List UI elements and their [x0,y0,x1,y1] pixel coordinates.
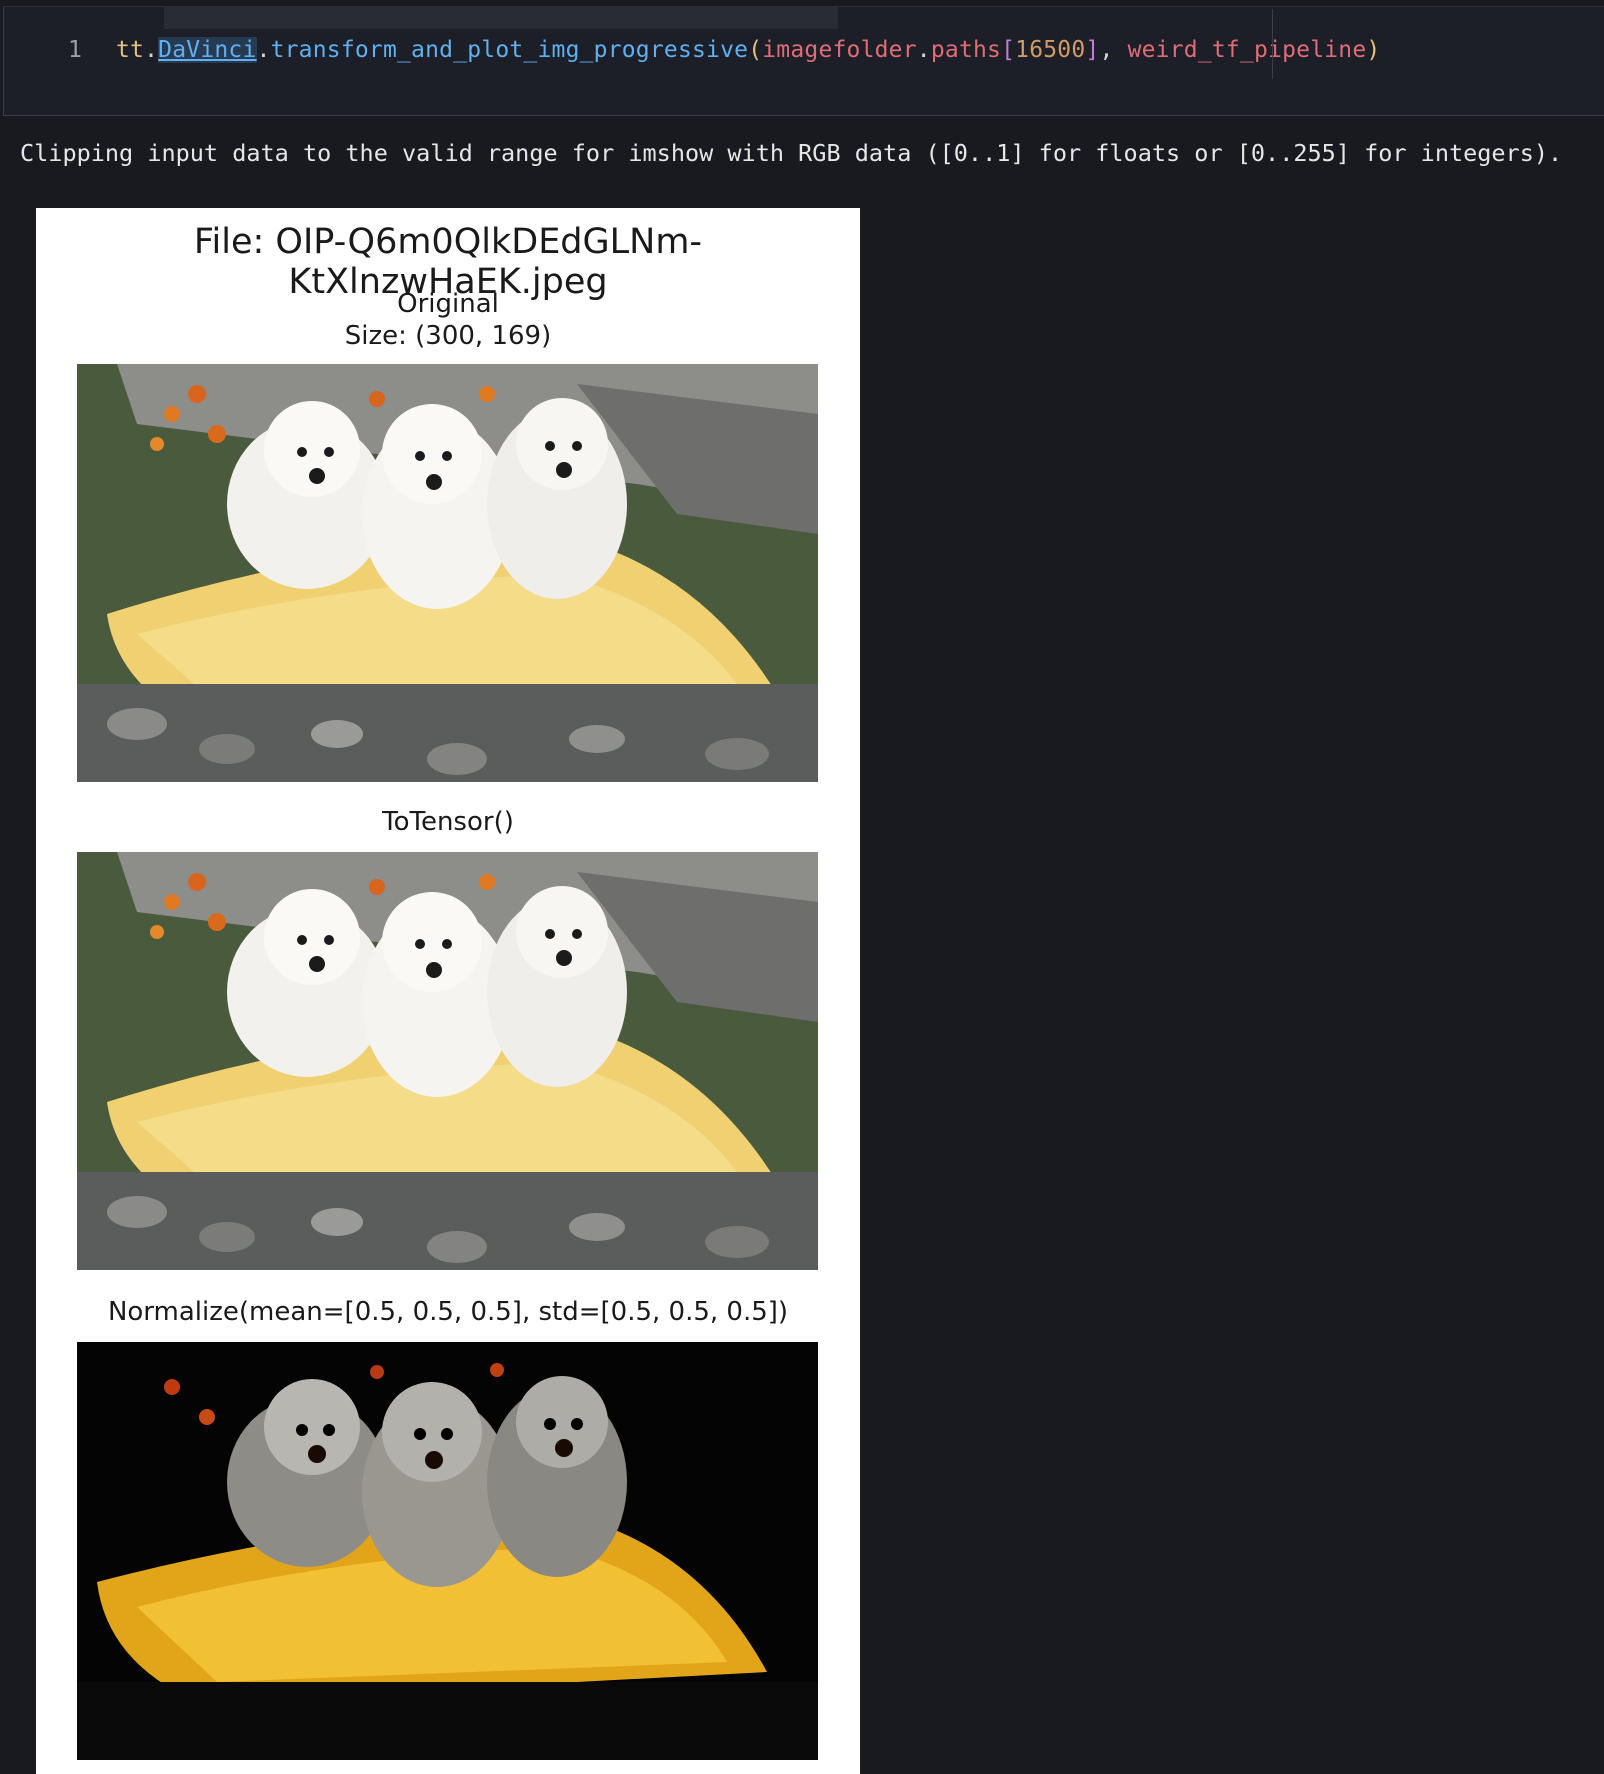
code-cell[interactable]: 1 tt.DaVinci.transform_and_plot_img_prog… [3,6,1604,116]
puppies-photo [77,364,818,782]
code-token: 16500 [1015,37,1086,63]
code-token: . [256,37,271,63]
code-token: . [916,37,931,63]
line-number: 1 [68,37,82,63]
panel-title-normalize: Normalize(mean=[0.5, 0.5, 0.5], std=[0.5… [107,1297,789,1327]
code-token: ] [1085,37,1100,63]
code-token-highlighted: DaVinci [158,37,257,63]
cell-toolbar-tab [164,7,838,29]
code-token: ( [748,37,763,63]
code-token: tt [116,37,145,63]
panel-size-label: Size: (300, 169) [344,321,552,351]
code-token: , [1099,37,1128,63]
code-token: weird_tf_pipeline [1127,37,1367,63]
code-token: ) [1366,37,1381,63]
puppies-photo-normalized [77,1342,818,1760]
code-token: imagefolder [762,37,917,63]
code-token: . [144,37,159,63]
text-cursor [1272,9,1273,79]
normalized-image [77,1342,818,1760]
panel-title-totensor: ToTensor() [382,807,514,837]
code-line[interactable]: tt.DaVinci.transform_and_plot_img_progre… [116,37,1380,63]
panel-title-original: Original Size: (300, 169) [36,288,860,352]
code-token: transform_and_plot_img_progressive [270,37,749,63]
code-token: paths [930,37,1002,63]
original-image [77,364,818,782]
output-warning: Clipping input data to the valid range f… [20,139,1563,167]
code-token: [ [1001,37,1016,63]
output-figure: File: OIP-Q6m0QlkDEdGLNm-KtXlnzwHaEK.jpe… [36,208,860,1774]
puppies-photo [77,852,818,1270]
panel-title-line: Original [397,289,499,319]
totensor-image [77,852,818,1270]
